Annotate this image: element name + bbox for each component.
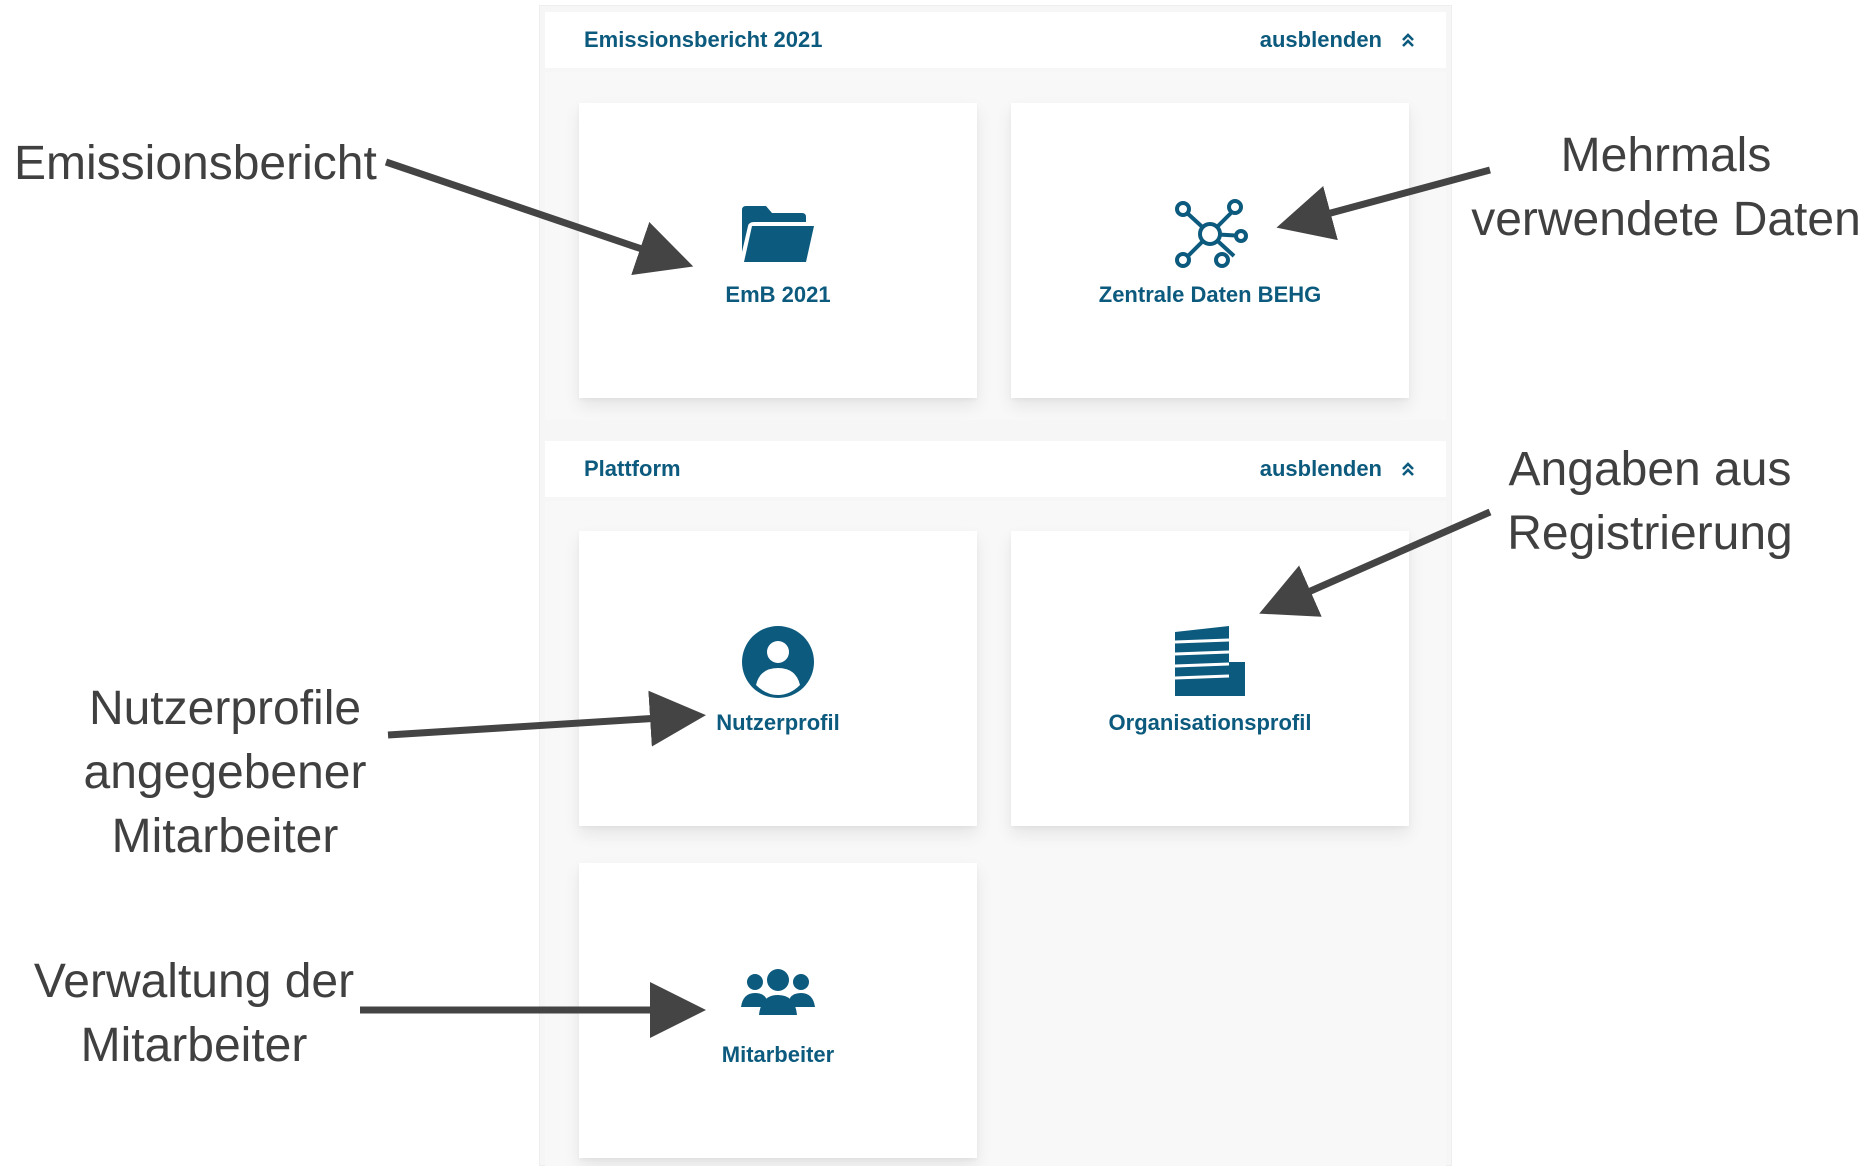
network-nodes-icon [1175, 198, 1248, 268]
tile-nutzerprofil[interactable]: Nutzerprofil [579, 531, 977, 826]
section-body-emissionsbericht: EmB 2021 Zentrale Daten BEHG [545, 72, 1446, 420]
user-circle-icon [742, 625, 814, 698]
annotation-angaben-aus-registrierung: Angaben aus Registrierung [1507, 443, 1793, 560]
section-header-plattform: Plattform ausblenden [545, 441, 1446, 497]
tile-label: Nutzerprofil [716, 709, 840, 735]
tile-organisationsprofil[interactable]: Organisationsprofil [1011, 531, 1409, 826]
annotation-verwaltung-der-mitarbeiter: Verwaltung der Mitarbeiter [33, 955, 355, 1072]
annotation-emissionsbericht: Emissionsbericht [14, 137, 377, 190]
tile-zentrale-daten-behg[interactable]: Zentrale Daten BEHG [1011, 103, 1409, 398]
tile-label: EmB 2021 [725, 281, 831, 307]
collapse-toggle[interactable]: ausblenden [1260, 456, 1416, 482]
collapse-toggle-label: ausblenden [1259, 456, 1382, 481]
annotation-mehrmals-verwendete-daten: Mehrmals verwendete Daten [1471, 129, 1861, 246]
collapse-toggle-label: ausblenden [1259, 27, 1382, 52]
tile-label: Organisationsprofil [1108, 709, 1312, 735]
tile-label: Mitarbeiter [721, 1041, 835, 1067]
dashboard-panel: Emissionsbericht 2021 ausblenden EmB 202… [539, 5, 1452, 1166]
tile-emb-2021[interactable]: EmB 2021 [579, 103, 977, 398]
section-title: Emissionsbericht 2021 [584, 27, 823, 52]
folder-icon [742, 205, 814, 262]
annotation-nutzerprofile: Nutzerprofile angegebener Mitarbeiter [83, 682, 367, 863]
collapse-toggle[interactable]: ausblenden [1260, 27, 1416, 53]
tile-mitarbeiter[interactable]: Mitarbeiter [579, 863, 977, 1158]
tile-label: Zentrale Daten BEHG [1098, 281, 1322, 307]
screenshot-canvas: Emissionsbericht 2021 ausblenden EmB 202… [0, 0, 1873, 1166]
chevron-double-up-icon [1402, 33, 1414, 47]
building-icon [1174, 625, 1245, 696]
section-body-plattform: Nutzerprofil Organisationsprofil Mitarbe… [545, 501, 1446, 1166]
users-group-icon [741, 968, 815, 1015]
section-header-emissionsbericht: Emissionsbericht 2021 ausblenden [545, 12, 1446, 68]
section-title: Plattform [584, 456, 681, 481]
chevron-double-up-icon [1402, 462, 1414, 476]
